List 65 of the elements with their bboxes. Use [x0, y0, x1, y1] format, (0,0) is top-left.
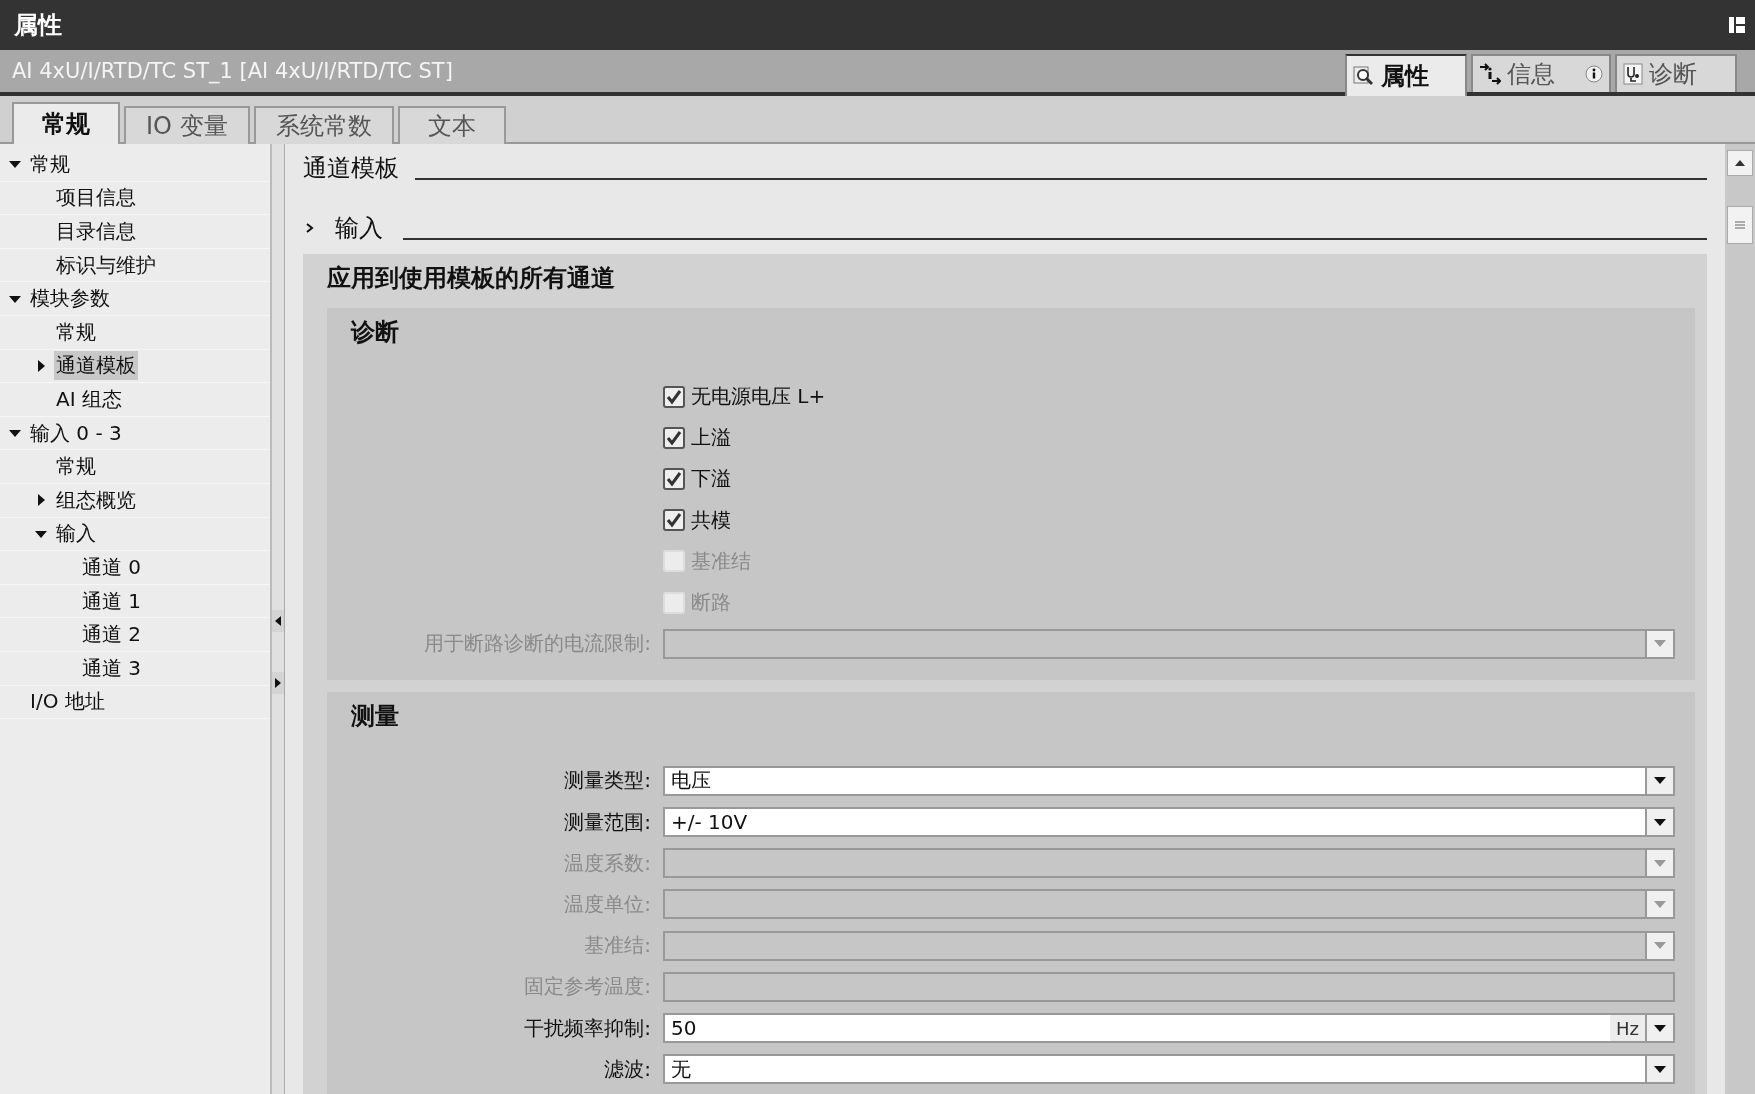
checkbox-label: 上溢	[691, 424, 731, 452]
tree-item[interactable]: 常规	[28, 149, 72, 179]
tree-item[interactable]: 输入 0 - 3	[28, 418, 124, 448]
field-label: 温度系数:	[563, 849, 652, 877]
dropdown-field[interactable]: 电压	[663, 765, 1675, 796]
tree-item[interactable]: 标识与维护	[54, 250, 158, 280]
scroll-thumb[interactable]	[1727, 206, 1753, 244]
collapse-left-icon[interactable]	[272, 610, 284, 632]
tree-item[interactable]: 常规	[54, 452, 98, 482]
tree-item[interactable]: 通道 2	[80, 620, 144, 650]
chevron-right-icon[interactable]	[305, 222, 315, 234]
tree-item[interactable]: 通道模板	[54, 351, 138, 381]
field-label: 固定参考温度:	[523, 973, 652, 1001]
group-title: 测量	[351, 701, 400, 733]
field-label: 滤波:	[603, 1055, 652, 1083]
checkbox-label: 共模	[691, 506, 731, 534]
field-label: 用于断路诊断的电流限制:	[423, 630, 652, 658]
checkbox-label: 断路	[691, 589, 731, 617]
tree-item[interactable]: I/O 地址	[28, 687, 107, 717]
view-tab[interactable]: 属性	[1345, 54, 1467, 96]
view-tab[interactable]: 诊断	[1615, 54, 1737, 92]
info-icon	[1585, 65, 1603, 83]
dropdown-field[interactable]: 50 Hz	[663, 1013, 1675, 1044]
tab[interactable]: IO 变量	[124, 106, 250, 144]
tree-item[interactable]: 项目信息	[54, 183, 138, 213]
scroll-up-icon[interactable]	[1727, 150, 1753, 176]
tree-item[interactable]: 通道 1	[80, 586, 144, 616]
checkbox-label: 基准结	[691, 547, 751, 575]
tree-item[interactable]: 目录信息	[54, 217, 138, 246]
field-label: 测量范围:	[563, 808, 652, 836]
magnifier-icon	[1353, 65, 1375, 87]
tree-item[interactable]: 通道 0	[80, 552, 144, 582]
view-tab[interactable]: 信息	[1471, 54, 1611, 92]
tab[interactable]: 文本	[397, 106, 506, 144]
unit-label: Hz	[1610, 1015, 1645, 1042]
object-name: AI 4xU/I/RTD/TC ST_1 [AI 4xU/I/RTD/TC ST]	[11, 59, 453, 83]
expand-right-icon[interactable]	[272, 672, 284, 694]
panel-layout-icon[interactable]	[1729, 16, 1745, 34]
field-label: 测量类型:	[563, 767, 652, 795]
section-heading: 通道模板	[303, 153, 399, 184]
stethoscope-icon	[1623, 63, 1643, 85]
checkbox[interactable]	[663, 426, 685, 449]
info-arrows-icon	[1479, 63, 1501, 85]
tree-item[interactable]: 模块参数	[28, 284, 112, 314]
tree-item[interactable]: 输入	[54, 519, 98, 549]
tree-item[interactable]: 常规	[54, 317, 98, 347]
group-title: 诊断	[351, 317, 400, 348]
tree-item[interactable]: 组态概览	[54, 485, 138, 515]
checkbox[interactable]	[663, 385, 685, 408]
field-label: 干扰频率抑制:	[523, 1014, 652, 1042]
tab[interactable]: 常规	[12, 102, 120, 144]
panel-title: 应用到使用模板的所有通道	[327, 263, 616, 294]
window-title: 属性	[14, 10, 62, 41]
field-label: 温度单位:	[563, 890, 652, 918]
dropdown-field[interactable]: 无	[663, 1054, 1675, 1085]
checkbox-label: 下溢	[691, 465, 731, 493]
checkbox[interactable]	[663, 467, 685, 490]
subsection-heading: 输入	[335, 213, 383, 244]
dropdown-field[interactable]: +/- 10V	[663, 807, 1675, 838]
tree-item[interactable]: 通道 3	[80, 653, 144, 683]
checkbox[interactable]	[663, 509, 685, 532]
field-label: 基准结:	[583, 932, 652, 960]
checkbox-label: 无电源电压 L+	[691, 383, 826, 411]
tree-item[interactable]: AI 组态	[54, 384, 124, 414]
tab[interactable]: 系统常数	[253, 106, 394, 144]
